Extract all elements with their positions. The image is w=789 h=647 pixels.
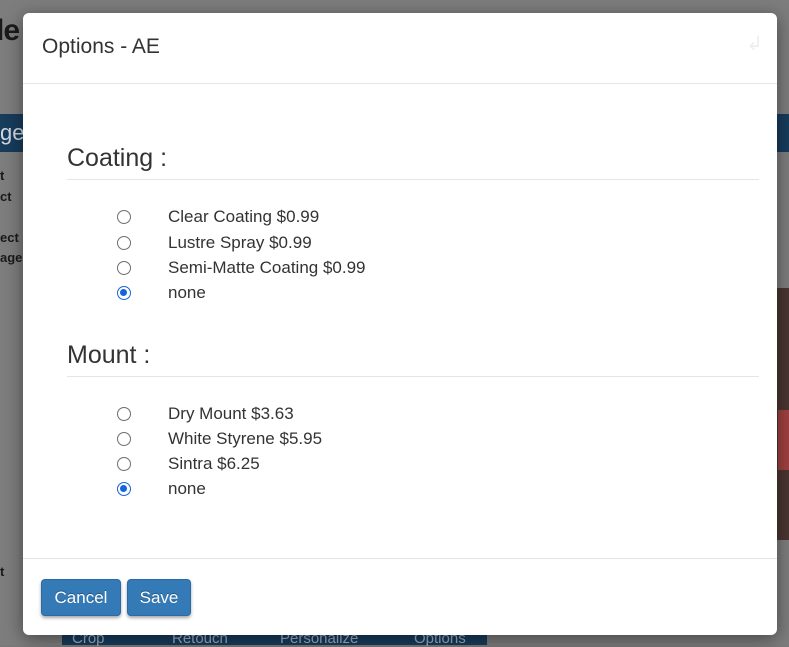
radio-button[interactable]: [117, 236, 131, 250]
mount-option-white-styrene[interactable]: White Styrene $5.95: [117, 428, 322, 450]
radio-button-selected[interactable]: [117, 482, 131, 496]
coating-option-clear-coating[interactable]: Clear Coating $0.99: [117, 206, 319, 228]
radio-button[interactable]: [117, 210, 131, 224]
radio-button[interactable]: [117, 432, 131, 446]
option-label: Sintra $6.25: [168, 454, 260, 473]
close-icon[interactable]: ↲: [746, 31, 763, 56]
mount-option-none[interactable]: none: [117, 478, 206, 500]
mount-divider: [67, 376, 759, 377]
background-side-text: ect: [0, 230, 19, 245]
coating-divider: [67, 179, 759, 180]
option-label: none: [168, 283, 206, 302]
option-label: Clear Coating $0.99: [168, 207, 320, 226]
background-page-title: le: [0, 14, 20, 47]
save-button[interactable]: Save: [127, 579, 191, 616]
background-photo-detail: [778, 410, 789, 470]
radio-button[interactable]: [117, 457, 131, 471]
mount-option-dry-mount[interactable]: Dry Mount $3.63: [117, 403, 294, 425]
coating-option-lustre-spray[interactable]: Lustre Spray $0.99: [117, 232, 312, 254]
radio-button[interactable]: [117, 261, 131, 275]
coating-section-title: Coating :: [67, 144, 168, 172]
background-header-text: ge: [0, 120, 25, 145]
modal-footer: Cancel Save: [23, 558, 777, 635]
option-label: Lustre Spray $0.99: [168, 233, 312, 252]
radio-button[interactable]: [117, 407, 131, 421]
modal-title: Options - AE: [42, 35, 160, 58]
option-label: none: [168, 479, 206, 498]
option-label: Semi-Matte Coating $0.99: [168, 258, 366, 277]
options-modal: Options - AE ↲ Coating : Clear Coating $…: [23, 13, 777, 635]
option-label: White Styrene $5.95: [168, 429, 323, 448]
background-side-text: age: [0, 250, 23, 265]
background-side-text: t: [0, 564, 5, 579]
mount-section-title: Mount :: [67, 341, 151, 369]
cancel-button[interactable]: Cancel: [41, 579, 121, 616]
background-side-text: ct: [0, 189, 12, 204]
option-label: Dry Mount $3.63: [168, 404, 294, 423]
coating-option-semi-matte[interactable]: Semi-Matte Coating $0.99: [117, 257, 366, 279]
modal-header: Options - AE ↲: [23, 13, 777, 84]
mount-option-sintra[interactable]: Sintra $6.25: [117, 453, 260, 475]
radio-button-selected[interactable]: [117, 286, 131, 300]
background-side-text: t: [0, 168, 5, 183]
coating-option-none[interactable]: none: [117, 282, 206, 304]
